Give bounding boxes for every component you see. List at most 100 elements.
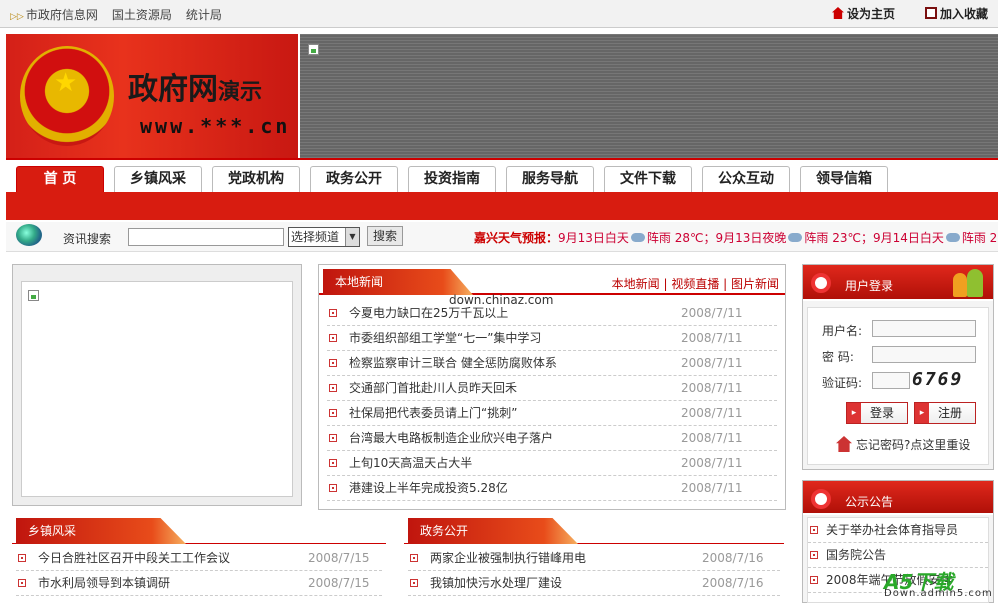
top-link-stats[interactable]: 统计局	[186, 6, 222, 23]
list-item[interactable]: 市水利局领导到本镇调研 2008/7/15	[16, 571, 382, 596]
tab-party-gov[interactable]: 党政机构	[212, 166, 300, 192]
list-item[interactable]: 市委组织部组工学堂“七一”集中学习 2008/7/11	[327, 326, 777, 351]
tab-mailbox[interactable]: 领导信箱	[800, 166, 888, 192]
globe-icon	[16, 224, 42, 246]
news-date: 2008/7/11	[681, 331, 743, 345]
news-title[interactable]: 上旬10天高温天占大半	[349, 451, 472, 475]
password-field[interactable]	[872, 346, 976, 363]
news-title[interactable]: 市水利局领导到本镇调研	[38, 571, 170, 595]
bullet-icon	[410, 554, 418, 562]
channel-select-value: 选择频道	[291, 230, 340, 244]
tab-township[interactable]: 乡镇风采	[114, 166, 202, 192]
bullet-icon	[329, 409, 337, 417]
list-item[interactable]: 国务院公告	[808, 543, 988, 568]
login-header: 用户登录	[803, 265, 993, 301]
section-header: 乡镇风采	[12, 516, 386, 544]
search-button[interactable]: 搜索	[367, 226, 403, 246]
site-banner: ★ 政府网演示 www.***.cn	[6, 34, 298, 158]
news-list: 两家企业被强制执行错峰用电 2008/7/16 我镇加快污水处理厂建设 2008/7…	[408, 546, 780, 596]
list-item[interactable]: 社保局把代表委员请上门“挑刺” 2008/7/11	[327, 401, 777, 426]
news-title[interactable]: 港建设上半年完成投资5.28亿	[349, 476, 508, 500]
bullet-icon	[810, 551, 818, 559]
username-field[interactable]	[872, 320, 976, 337]
news-date: 2008/7/11	[681, 481, 743, 495]
captcha-image[interactable]: 6769	[912, 369, 963, 390]
news-title[interactable]: 社保局把代表委员请上门“挑刺”	[349, 401, 517, 425]
swirl-icon	[811, 273, 831, 293]
register-button[interactable]: ▸ 注册	[914, 402, 976, 424]
notice-title: 公示公告	[845, 495, 894, 509]
captcha-field[interactable]	[872, 372, 910, 389]
news-title[interactable]: 交通部门首批赴川人员昨天回禾	[349, 376, 517, 400]
news-title[interactable]: 今夏电力缺口在25万千瓦以上	[349, 301, 508, 325]
list-item[interactable]: 检察监察审计三联合 健全惩防腐败体系 2008/7/11	[327, 351, 777, 376]
news-title[interactable]: 两家企业被强制执行错峰用电	[430, 546, 586, 570]
arrow-icon: ▸	[915, 403, 929, 423]
section-header: 政务公开	[404, 516, 784, 544]
list-item[interactable]: 台湾最大电路板制造企业欣兴电子落户 2008/7/11	[327, 426, 777, 451]
list-item[interactable]: 今夏电力缺口在25万千瓦以上 2008/7/11	[327, 301, 777, 326]
section-links[interactable]: 本地新闻 | 视频直播 | 图片新闻	[612, 275, 779, 292]
bullet-icon	[410, 579, 418, 587]
login-button-label: 登录	[869, 406, 894, 420]
rain-cloud-icon	[788, 233, 803, 242]
set-home-label: 设为主页	[846, 7, 895, 21]
tab-affairs[interactable]: 政务公开	[310, 166, 398, 192]
news-title[interactable]: 今日合胜社区召开中段关工工作会议	[38, 546, 230, 570]
featured-image[interactable]	[21, 281, 293, 497]
notice-title-item[interactable]: 关于举办社会体育指导员	[826, 518, 958, 542]
top-link-land[interactable]: 国土资源局	[112, 6, 172, 23]
news-list: 今日合胜社区召开中段关工工作会议 2008/7/15 市水利局领导到本镇调研 200…	[16, 546, 382, 596]
set-home-link[interactable]: 设为主页	[831, 5, 895, 22]
news-date: 2008/7/11	[681, 356, 743, 370]
list-item[interactable]: 两家企业被强制执行错峰用电 2008/7/16	[408, 546, 780, 571]
tab-interaction[interactable]: 公众互动	[702, 166, 790, 192]
notice-header: 公示公告	[803, 481, 993, 515]
weather-text: 阵雨 2	[961, 231, 998, 245]
news-title[interactable]: 台湾最大电路板制造企业欣兴电子落户	[349, 426, 553, 450]
bullet-icon	[18, 579, 26, 587]
news-title[interactable]: 我镇加快污水处理厂建设	[430, 571, 562, 595]
site-title: 政府网演示	[128, 64, 262, 108]
arrow-icon: ▸	[847, 403, 861, 423]
list-item[interactable]: 交通部门首批赴川人员昨天回禾 2008/7/11	[327, 376, 777, 401]
forgot-password-label: 忘记密码?点这里重设	[856, 438, 971, 452]
search-input[interactable]	[128, 228, 284, 246]
banner-flash-area	[300, 34, 998, 158]
add-favorite-label: 加入收藏	[939, 7, 988, 21]
captcha-label: 验证码:	[822, 376, 863, 390]
tab-services[interactable]: 服务导航	[506, 166, 594, 192]
bullet-icon	[810, 526, 818, 534]
add-favorite-link[interactable]: 加入收藏	[924, 5, 988, 22]
bullet-icon	[329, 359, 337, 367]
tab-home[interactable]: 首 页	[16, 166, 104, 192]
top-actions: 设为主页 加入收藏	[831, 5, 988, 22]
list-item[interactable]: 港建设上半年完成投资5.28亿 2008/7/11	[327, 476, 777, 501]
notice-title-item[interactable]: 国务院公告	[826, 543, 886, 567]
news-date: 2008/7/11	[681, 456, 743, 470]
news-date: 2008/7/11	[681, 406, 743, 420]
rain-cloud-icon	[945, 233, 960, 242]
news-title[interactable]: 检察监察审计三联合 健全惩防腐败体系	[349, 351, 557, 375]
top-link-city[interactable]: ▷▷ 市政府信息网	[10, 6, 98, 23]
login-title: 用户登录	[845, 279, 894, 293]
weather-text: 阵雨 28℃；9月13日夜晚	[646, 231, 787, 245]
tab-investment[interactable]: 投资指南	[408, 166, 496, 192]
login-panel: 用户登录 用户名: 密 码: 验证码: 6769 ▸ 登录 ▸ 注册 忘记密码?点这里…	[802, 264, 994, 470]
list-item[interactable]: 上旬10天高温天占大半 2008/7/11	[327, 451, 777, 476]
news-date: 2008/7/16	[702, 576, 764, 590]
broken-image-icon	[28, 290, 39, 301]
channel-select[interactable]: 选择频道 ▼	[288, 227, 360, 247]
list-item[interactable]: 关于举办社会体育指导员	[808, 518, 988, 543]
bullet-icon	[18, 554, 26, 562]
forgot-password-link[interactable]: 忘记密码?点这里重设	[836, 436, 970, 453]
top-link-label: 市政府信息网	[25, 8, 98, 22]
login-form: 用户名: 密 码: 验证码: 6769 ▸ 登录 ▸ 注册 忘记密码?点这里重设	[807, 307, 989, 465]
list-item[interactable]: 今日合胜社区召开中段关工工作会议 2008/7/15	[16, 546, 382, 571]
rain-cloud-icon	[630, 233, 645, 242]
list-item[interactable]: 我镇加快污水处理厂建设 2008/7/16	[408, 571, 780, 596]
tab-downloads[interactable]: 文件下载	[604, 166, 692, 192]
news-title[interactable]: 市委组织部组工学堂“七一”集中学习	[349, 326, 541, 350]
weather-label: 嘉兴天气预报：	[474, 231, 559, 245]
login-button[interactable]: ▸ 登录	[846, 402, 908, 424]
